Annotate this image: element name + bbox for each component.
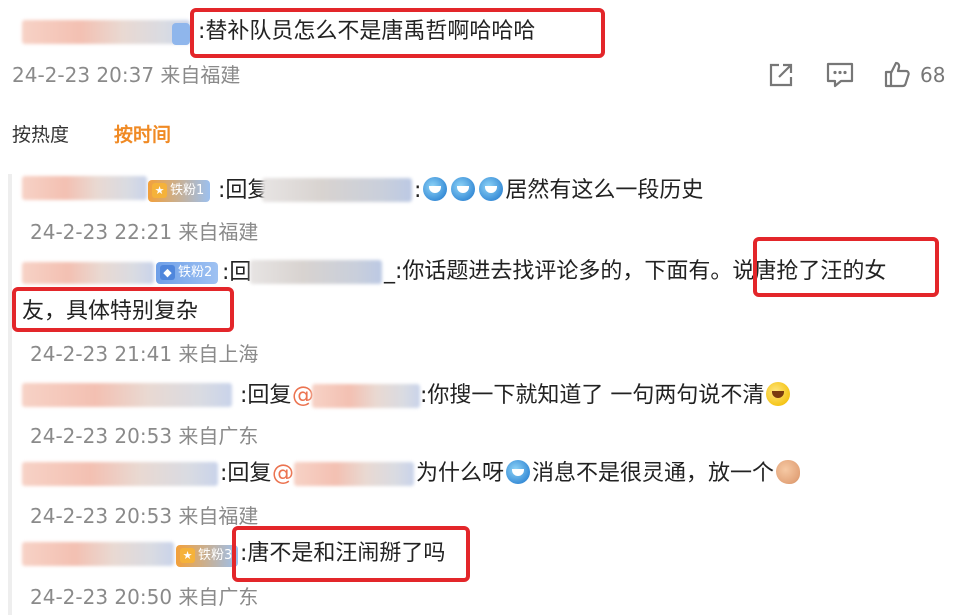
- reply4-meta: 24-2-23 20:53 来自福建: [30, 504, 259, 528]
- reply2-username-blurred[interactable]: [22, 262, 154, 284]
- reply4-body: 为什么呀 消息不是很灵通，放一个: [416, 459, 802, 489]
- reply4-text-b: 消息不是很灵通，放一个: [532, 461, 775, 486]
- highlight-box-reply2a: [753, 237, 939, 297]
- reply1-text: 居然有这么一段历史: [505, 178, 704, 203]
- reply2-fan-badge: ◆ 铁粉2: [156, 262, 219, 284]
- laughing-emoji-icon: [766, 382, 791, 406]
- reply3-target-blurred[interactable]: [312, 384, 420, 408]
- badge-label: 铁粉3: [198, 548, 233, 563]
- fan-badge-icon: ◆: [160, 265, 175, 280]
- highlight-box-reply2b: [12, 287, 234, 332]
- reply5-meta: 24-2-23 20:50 来自广东: [30, 585, 259, 609]
- like-count: 68: [920, 63, 946, 87]
- tab-sort-hot[interactable]: 按热度: [12, 123, 69, 147]
- username-blurred[interactable]: [22, 20, 190, 44]
- reply1-target-blurred[interactable]: [262, 178, 412, 202]
- badge-label: 铁粉1: [170, 183, 205, 198]
- reply3-body: :你搜一下就知道了 一句两句说不清: [420, 381, 792, 411]
- reply4-target-blurred[interactable]: [294, 462, 414, 486]
- reply3-username-blurred[interactable]: [22, 383, 232, 407]
- reply4-username-blurred[interactable]: [22, 462, 218, 486]
- reply2-meta: 24-2-23 21:41 来自上海: [30, 342, 259, 366]
- reply-thread-line: [8, 174, 12, 615]
- like-icon[interactable]: [882, 59, 912, 89]
- highlight-box-reply5: [232, 526, 470, 582]
- emoji-icon: [451, 177, 476, 201]
- emoji-icon: [506, 460, 531, 484]
- highlight-box-top: [190, 8, 605, 58]
- emoji-icon: [423, 177, 448, 201]
- share-icon[interactable]: [766, 60, 796, 90]
- reply3-text: :你搜一下就知道了 一句两句说不清: [420, 383, 765, 408]
- reply5-username-blurred[interactable]: [22, 542, 174, 566]
- reply2-reply-prefix: :回: [222, 260, 252, 285]
- badge-label: 铁粉2: [178, 265, 213, 280]
- reply1-username-blurred[interactable]: [22, 176, 147, 200]
- fan-badge-icon: ★: [152, 183, 167, 198]
- reply4-text-a: 为什么呀: [416, 461, 505, 486]
- reply3-mention[interactable]: @: [292, 381, 314, 411]
- reply1-meta: 24-2-23 22:21 来自福建: [30, 220, 259, 244]
- top-comment-meta: 24-2-23 20:37 来自福建: [12, 63, 241, 87]
- comment-icon[interactable]: [824, 60, 856, 90]
- fan-badge-top: [172, 23, 190, 45]
- reply5-fan-badge: ★ 铁粉3: [176, 545, 239, 567]
- reply4-reply-prefix: :回复: [220, 461, 272, 486]
- reply3-meta: 24-2-23 20:53 来自广东: [30, 424, 259, 448]
- emoji-icon: [479, 177, 504, 201]
- reply2-target-blurred[interactable]: [250, 260, 382, 284]
- reply1-fan-badge: ★ 铁粉1: [148, 180, 211, 202]
- tab-sort-time[interactable]: 按时间: [114, 123, 171, 147]
- reply3-reply-prefix: :回复: [240, 383, 292, 408]
- fan-badge-icon: ★: [180, 548, 195, 563]
- reply1-body: : 居然有这么一段历史: [414, 177, 704, 203]
- ear-emoji-icon: [776, 460, 801, 484]
- reply4-mention[interactable]: @: [272, 459, 294, 489]
